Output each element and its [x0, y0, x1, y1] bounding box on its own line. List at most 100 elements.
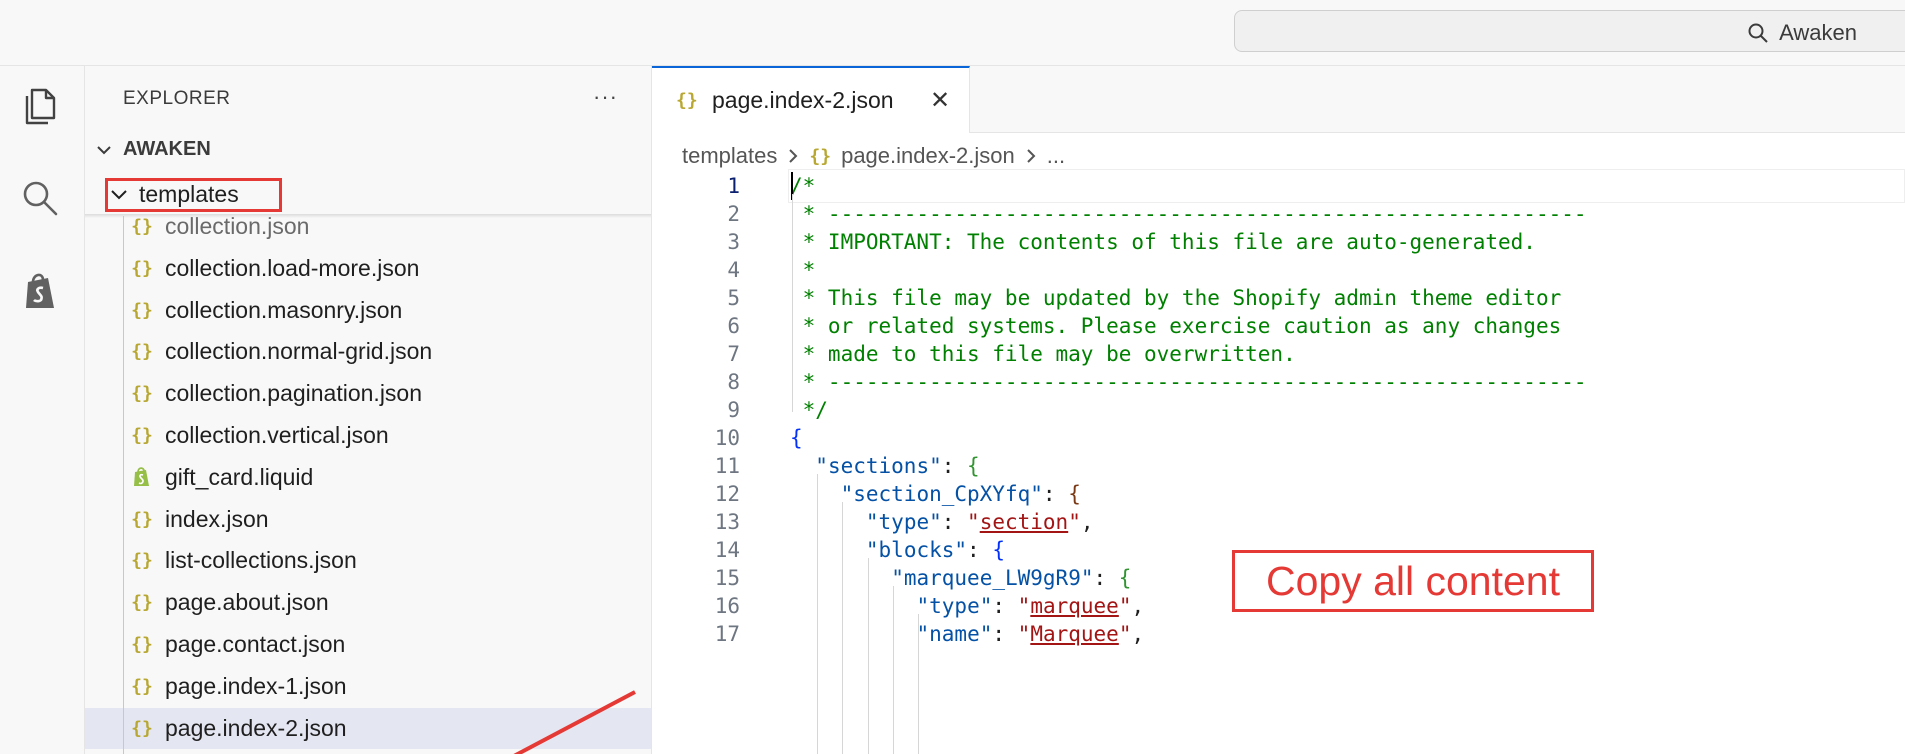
chevron-right-icon	[789, 149, 798, 163]
file-name: collection.masonry.json	[165, 296, 403, 323]
json-file-icon: {}	[131, 216, 153, 237]
json-string-value: Marquee	[1030, 622, 1119, 646]
json-comma: ,	[1131, 622, 1145, 646]
json-colon: :	[1042, 482, 1069, 506]
shopify-icon[interactable]	[18, 268, 62, 312]
json-comma: ,	[1131, 594, 1145, 618]
json-quote: "	[1017, 594, 1031, 618]
file-name: page.index-1.json	[165, 672, 347, 699]
chevron-down-icon	[97, 145, 111, 154]
json-string-value: marquee	[1030, 594, 1119, 618]
indent-guide	[817, 474, 818, 754]
search-icon[interactable]	[18, 176, 62, 220]
sticky-shadow	[85, 214, 651, 218]
json-colon: :	[967, 538, 993, 562]
file-item[interactable]: {} collection.pagination.json	[85, 373, 651, 414]
search-content: Awaken	[1747, 20, 1857, 46]
json-key: "section_CpXYfq"	[840, 482, 1043, 506]
workspace-section-awaken[interactable]: AWAKEN	[95, 138, 211, 161]
tab-label: page.index-2.json	[712, 87, 894, 113]
json-quote: "	[1118, 622, 1132, 646]
json-string-value: section	[979, 510, 1069, 534]
json-key: "sections"	[815, 454, 942, 478]
indent-guide	[868, 558, 869, 754]
json-file-icon: {}	[809, 145, 832, 167]
file-item[interactable]: {} page.about.json	[85, 582, 651, 623]
json-colon: :	[992, 622, 1018, 646]
comment-token: * This file may be updated by the Shopif…	[790, 286, 1562, 310]
json-key: "type"	[865, 510, 942, 534]
explorer-sidebar: EXPLORER ··· AWAKEN {} collection.json{} c…	[85, 66, 652, 754]
json-quote: "	[967, 510, 980, 534]
json-brace: {	[967, 454, 980, 478]
code-text: "name": "Marquee",	[917, 617, 1145, 651]
file-name: page.contact.json	[165, 631, 346, 657]
file-name: collection.normal-grid.json	[165, 338, 433, 365]
indent-guide	[792, 194, 793, 412]
file-name: page.about.json	[165, 589, 329, 616]
comment-token: * --------------------------------------…	[790, 202, 1587, 226]
json-quote: "	[1118, 594, 1132, 618]
file-name: collection.pagination.json	[165, 380, 423, 407]
file-item[interactable]: {} collection.normal-grid.json	[85, 331, 651, 372]
json-key: "marquee_LW9gR9"	[891, 566, 1094, 590]
json-brace: {	[1068, 482, 1081, 506]
file-name: collection.vertical.json	[165, 422, 389, 448]
json-key: "type"	[916, 594, 993, 618]
file-name: page.index-2.json	[165, 714, 347, 741]
file-item[interactable]: {} collection.load-more.json	[85, 248, 651, 289]
json-quote: "	[1017, 622, 1031, 646]
breadcrumb-symbols[interactable]: ...	[1047, 143, 1065, 169]
json-colon: :	[992, 594, 1018, 618]
workspace-label: AWAKEN	[123, 138, 211, 160]
tab-page-index-2-json[interactable]: {} page.index-2.json ✕	[652, 66, 970, 133]
json-file-icon: {}	[131, 675, 153, 697]
close-icon[interactable]: ✕	[930, 86, 950, 115]
json-colon: :	[941, 454, 968, 478]
more-actions-button[interactable]: ···	[593, 84, 618, 110]
command-center-search[interactable]: Awaken	[1234, 10, 1905, 52]
file-item[interactable]: {} index.json	[85, 499, 651, 540]
json-file-icon: {}	[131, 550, 153, 572]
annotation-callout: Copy all content	[1232, 550, 1594, 612]
file-name: collection.load-more.json	[165, 254, 420, 281]
annotation-folder-highlight	[105, 178, 282, 212]
editor-area: {} page.index-2.json ✕ templates {} page…	[652, 66, 1905, 754]
file-item[interactable]: {} collection.masonry.json	[85, 290, 651, 331]
file-item[interactable]: {} page.contact.json	[85, 624, 651, 665]
indent-guide	[918, 614, 919, 754]
comment-token: * or related systems. Please exercise ca…	[790, 314, 1562, 338]
json-key: "name"	[916, 622, 993, 646]
shopify-file-icon	[129, 466, 155, 488]
line-number: 17	[714, 622, 740, 646]
file-name: gift_card.liquid	[165, 463, 314, 490]
json-file-icon: {}	[131, 383, 153, 405]
tab-bar: {} page.index-2.json ✕	[652, 66, 1905, 133]
explorer-title: EXPLORER	[123, 88, 231, 109]
file-item[interactable]: gift_card.liquid	[85, 457, 651, 498]
file-name: index.json	[165, 505, 269, 532]
json-file-icon: {}	[131, 508, 153, 530]
comment-token: *	[790, 258, 816, 282]
json-file-icon: {}	[676, 90, 698, 111]
breadcrumb-folder[interactable]: templates	[682, 143, 777, 169]
json-file-icon: {}	[131, 341, 153, 363]
file-item[interactable]: {} collection.vertical.json	[85, 415, 651, 456]
search-icon	[1748, 23, 1768, 43]
chevron-right-icon	[1027, 149, 1036, 163]
file-item[interactable]: {} list-collections.json	[85, 540, 651, 581]
comment-token: /*	[790, 174, 816, 198]
json-file-icon: {}	[131, 299, 153, 321]
code-line: 17 "name": "Marquee",	[652, 617, 1905, 651]
json-file-icon: {}	[131, 592, 153, 614]
json-file-icon: {}	[131, 634, 153, 655]
breadcrumb-file[interactable]: page.index-2.json	[841, 143, 1015, 169]
json-colon: :	[941, 510, 968, 534]
title-bar: Awaken	[0, 0, 1905, 66]
explorer-icon[interactable]	[18, 84, 62, 128]
activity-bar	[0, 66, 85, 754]
json-brace: {	[1118, 566, 1132, 590]
file-name: list-collections.json	[165, 547, 357, 574]
json-colon: :	[1093, 566, 1119, 590]
indent-guide	[893, 586, 894, 754]
